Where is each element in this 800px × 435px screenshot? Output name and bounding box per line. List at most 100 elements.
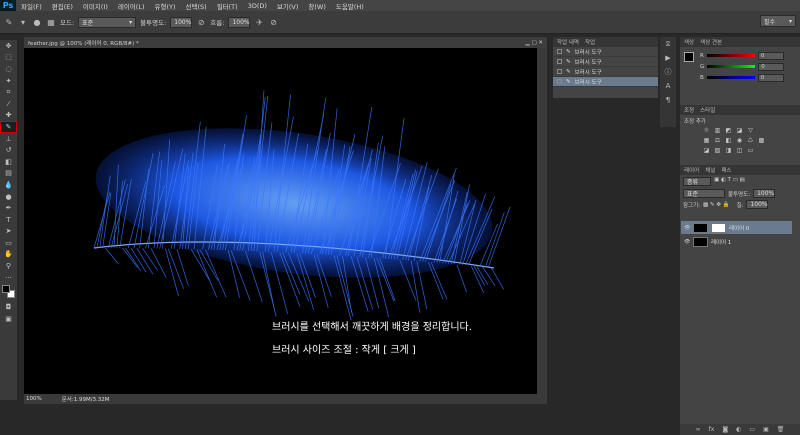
blend-mode-select[interactable]: 표준 <box>683 189 725 198</box>
menu-help[interactable]: 도움말(H) <box>331 1 369 11</box>
menu-type[interactable]: 유형(Y) <box>150 1 181 11</box>
menu-image[interactable]: 이미지(I) <box>78 1 113 11</box>
eye-icon[interactable]: 👁 <box>684 239 690 245</box>
tab-channels[interactable]: 채널 <box>705 166 715 174</box>
filter-icons[interactable]: ▣ ◐ T ▭ ▤ <box>714 177 745 186</box>
menu-edit[interactable]: 편집(E) <box>47 1 78 11</box>
trash-icon[interactable]: 🗑 <box>777 426 785 433</box>
opacity-input[interactable]: 100% <box>170 16 193 28</box>
red-input[interactable]: 0 <box>757 51 784 60</box>
eraser-icon[interactable]: ◧ <box>0 156 17 168</box>
selective-color-icon[interactable]: ◫ <box>735 147 744 155</box>
crop-tool-icon[interactable]: ⌗ <box>0 86 17 98</box>
menu-view[interactable]: 보기(V) <box>272 1 303 11</box>
more-tools-icon[interactable]: ··· <box>0 272 17 284</box>
hand-tool-icon[interactable]: ✋ <box>0 249 17 261</box>
airbrush-icon[interactable]: ✈ <box>254 17 264 27</box>
hue-saturation-icon[interactable]: ▦ <box>702 137 711 145</box>
new-layer-icon[interactable]: ▣ <box>763 426 769 433</box>
green-slider[interactable] <box>707 65 756 68</box>
flow-input[interactable]: 100% <box>228 16 251 28</box>
quick-mask-icon[interactable]: ◘ <box>0 301 17 313</box>
eye-icon[interactable]: 👁 <box>684 225 690 231</box>
history-item[interactable]: ✎ 브러시 도구 <box>553 67 658 77</box>
vertical-scrollbar[interactable] <box>537 48 547 394</box>
adjustment-layer-icon[interactable]: ◐ <box>736 426 741 433</box>
lasso-tool-icon[interactable]: ◌ <box>0 63 17 75</box>
blue-slider[interactable] <box>706 76 755 79</box>
layer-row[interactable]: 👁 레이어 1 <box>681 235 792 248</box>
green-input[interactable]: 0 <box>758 62 785 71</box>
blue-input[interactable]: 0 <box>757 73 784 82</box>
vibrance-icon[interactable]: ▽ <box>746 127 755 135</box>
tab-history[interactable]: 작업 내역 <box>557 38 579 46</box>
dodge-icon[interactable]: ● <box>0 191 17 203</box>
pressure-opacity-icon[interactable]: ⊘ <box>196 17 206 27</box>
history-item[interactable]: ✎ 브러시 도구 <box>553 47 658 57</box>
mask-icon[interactable]: ◙ <box>722 426 728 433</box>
brush-panel-icon[interactable]: ▦ <box>46 17 56 27</box>
gradient-icon[interactable]: ▤ <box>0 168 17 180</box>
image-canvas[interactable]: 브러시를 선택해서 깨끗하게 배경을 정리합니다. 브러시 사이즈 조절 : 작… <box>24 48 537 394</box>
shape-tool-icon[interactable]: ▭ <box>0 237 17 249</box>
folder-icon[interactable]: ▭ <box>749 426 755 433</box>
curves-icon[interactable]: ◩ <box>724 127 733 135</box>
layer-filter-select[interactable]: 종류 <box>683 177 711 186</box>
tab-color[interactable]: 색상 <box>684 38 694 46</box>
history-icon[interactable]: ⧖ <box>660 37 676 51</box>
screen-mode-icon[interactable]: ▣ <box>0 313 17 325</box>
color-lookup-icon[interactable]: ▩ <box>757 137 766 145</box>
color-swatches-icon[interactable] <box>0 283 17 301</box>
info-icon[interactable]: ⓘ <box>660 65 676 79</box>
path-select-icon[interactable]: ➤ <box>0 226 17 238</box>
mode-select[interactable]: 표준 ▾ <box>78 16 137 28</box>
tab-adjustments[interactable]: 조정 <box>684 106 694 114</box>
move-tool-icon[interactable]: ✥ <box>0 40 17 52</box>
marquee-tool-icon[interactable]: ⬚ <box>0 52 17 64</box>
healing-brush-icon[interactable]: ✚ <box>0 110 17 122</box>
exposure-icon[interactable]: ◪ <box>735 127 744 135</box>
menu-select[interactable]: 선택(S) <box>181 1 212 11</box>
document-tab[interactable]: feather.jpg @ 100% (레이어 0, RGB/8#) * ▁ ▢… <box>24 37 547 48</box>
brush-tool-icon[interactable]: ✎ <box>0 121 17 133</box>
chevron-down-icon[interactable]: ▾ <box>18 17 28 27</box>
channel-mixer-icon[interactable]: ♺ <box>746 137 755 145</box>
menu-filter[interactable]: 필터(T) <box>212 1 243 11</box>
magic-wand-icon[interactable]: ✦ <box>0 75 17 87</box>
type-tool-icon[interactable]: T <box>0 214 17 226</box>
menu-3d[interactable]: 3D(D) <box>243 2 272 10</box>
tab-layers[interactable]: 레이어 <box>684 166 699 174</box>
brush-tool-icon[interactable]: ✎ <box>4 17 14 27</box>
layer-row[interactable]: 👁 레이어 0 <box>681 221 792 234</box>
menu-window[interactable]: 창(W) <box>303 1 330 11</box>
fill-input[interactable]: 100% <box>746 200 769 209</box>
blur-icon[interactable]: 💧 <box>0 179 17 191</box>
clone-stamp-icon[interactable]: ⊥ <box>0 133 17 145</box>
tab-styles[interactable]: 스타일 <box>700 106 715 114</box>
actions-icon[interactable]: ▶ <box>660 51 676 65</box>
black-white-icon[interactable]: ◧ <box>724 137 733 145</box>
tab-paths[interactable]: 패스 <box>721 166 731 174</box>
zoom-tool-icon[interactable]: ⚲ <box>0 260 17 272</box>
eyedropper-icon[interactable]: ⁄ <box>0 98 17 110</box>
levels-icon[interactable]: ▥ <box>713 127 722 135</box>
lock-icons[interactable]: ▩ ✎ ✥ 🔒 <box>703 202 730 208</box>
history-item[interactable]: ✎ 브러시 도구 <box>553 77 658 87</box>
menu-layer[interactable]: 레이어(L) <box>113 1 150 11</box>
link-icon[interactable]: ∞ <box>696 426 701 433</box>
invert-icon[interactable]: ◪ <box>702 147 711 155</box>
window-controls[interactable]: ▁ ▢ ✕ <box>525 40 543 46</box>
tab-swatches[interactable]: 색상 견본 <box>700 38 722 46</box>
brightness-icon[interactable]: ☼ <box>702 127 711 135</box>
foreground-color[interactable] <box>684 52 694 62</box>
paragraph-icon[interactable]: ¶ <box>660 93 676 107</box>
menu-file[interactable]: 파일(F) <box>16 1 47 11</box>
gradient-map-icon[interactable]: ▭ <box>746 147 755 155</box>
history-brush-icon[interactable]: ↺ <box>0 144 17 156</box>
pen-tool-icon[interactable]: ✒ <box>0 202 17 214</box>
red-slider[interactable] <box>706 54 755 57</box>
history-item[interactable]: ✎ 브러시 도구 <box>553 57 658 67</box>
color-balance-icon[interactable]: ⚖ <box>713 137 722 145</box>
tab-actions[interactable]: 작업 <box>585 38 595 46</box>
brush-size-icon[interactable]: ● <box>32 17 42 27</box>
